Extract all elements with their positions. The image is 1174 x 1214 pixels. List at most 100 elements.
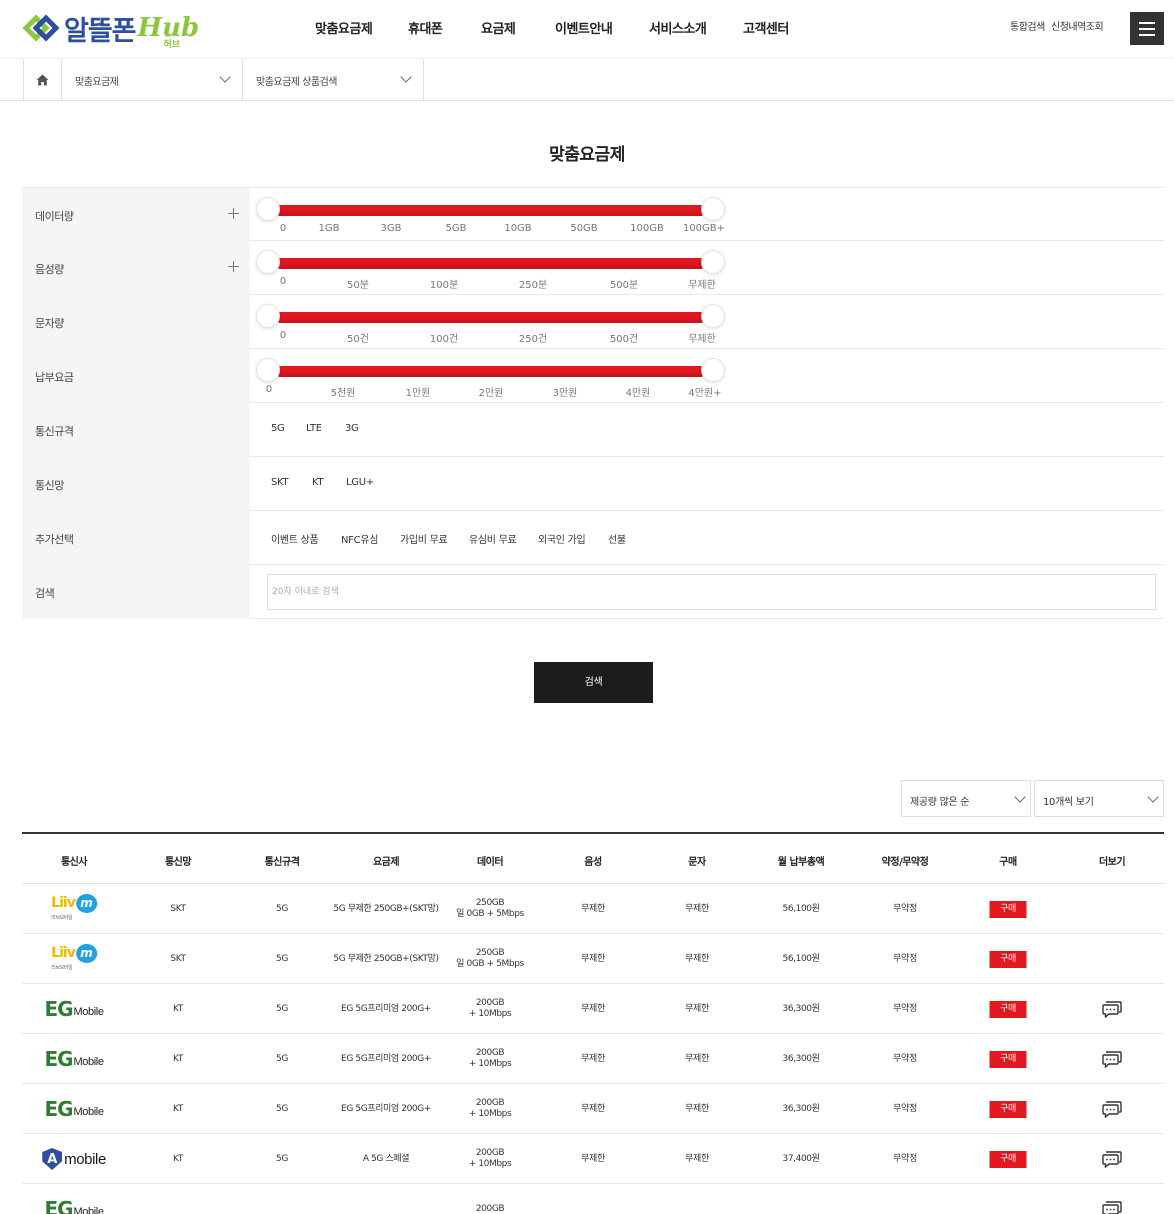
cell-network: KT (173, 1134, 183, 1184)
home-button[interactable] (23, 59, 62, 100)
cell-contract: 무약정 (893, 1084, 917, 1134)
data-slider-track[interactable] (278, 205, 703, 216)
nav-customer-center[interactable]: 고객센터 (743, 18, 789, 37)
data-amount: 250GB (475, 898, 505, 908)
cell-carrier: EG Mobile (44, 1184, 103, 1214)
buy-button[interactable]: 구매 (989, 1100, 1027, 1118)
fee-slider-max-handle[interactable] (701, 358, 725, 382)
spec-value: 5G (276, 1153, 288, 1164)
price-value: 37,400원 (782, 1153, 820, 1164)
filter-row-search: 검색 (22, 565, 1164, 619)
search-button[interactable]: 검색 (534, 662, 653, 703)
breadcrumb-select-1-label: 맞춤요금제 (75, 77, 119, 88)
util-order-lookup[interactable]: 신청내역조회 (1051, 18, 1104, 33)
slider-tick: 1만원 (405, 388, 431, 399)
buy-button[interactable]: 구매 (989, 1000, 1027, 1018)
cell-buy: 구매 (989, 884, 1027, 934)
data-amount: 200GB (475, 1098, 505, 1108)
fee-slider-track[interactable] (278, 366, 703, 377)
buy-button[interactable]: 구매 (989, 1050, 1027, 1068)
plus-icon[interactable] (228, 208, 239, 219)
nav-event[interactable]: 이벤트안내 (555, 18, 613, 37)
extra-option-nfc[interactable]: NFC유심 (341, 531, 378, 546)
buy-button[interactable]: 구매 (989, 1150, 1027, 1168)
plan-name: EG 5G프리미엄 200G+ (341, 1103, 431, 1114)
network-option-lgu[interactable]: LGU+ (346, 477, 374, 488)
voice-slider-track[interactable] (278, 258, 703, 269)
slider-tick: 500건 (609, 334, 639, 345)
table-row: Liiv m 리브모바일 SKT 5G 5G 무제한 250GB+(SKT망) 250GB 일… (22, 884, 1164, 934)
search-input[interactable] (267, 574, 1156, 610)
spec-option-3g[interactable]: 3G (345, 423, 359, 434)
slider-tick: 50분 (347, 280, 369, 291)
chat-bubbles-icon[interactable] (1102, 1000, 1122, 1018)
breadcrumb-select-1[interactable]: 맞춤요금제 (62, 59, 243, 100)
chat-bubbles-icon[interactable] (1102, 1050, 1122, 1068)
fee-slider-min-handle[interactable] (256, 358, 280, 382)
spec-value: 5G (276, 1103, 288, 1114)
extra-option-prepaid[interactable]: 선불 (608, 531, 626, 546)
nav-service[interactable]: 서비스소개 (649, 18, 707, 37)
data-extra: + 10Mbps (468, 1109, 512, 1119)
cell-voice: 무제한 (581, 984, 605, 1034)
slider-tick: 0 (279, 330, 287, 341)
carrier-logo-eg: EG Mobile (44, 1099, 103, 1119)
cell-carrier: Amobile (42, 1134, 106, 1184)
nav-phone[interactable]: 휴대폰 (408, 18, 443, 37)
nav-custom-plan[interactable]: 맞춤요금제 (315, 18, 373, 37)
site-logo[interactable]: 알뜰폰 Hub 허브 (22, 10, 199, 50)
slider-tick: 50GB (570, 223, 598, 234)
carrier-logo-sub: Mobile (73, 1056, 104, 1068)
sms-value: 무제한 (685, 953, 709, 964)
data-slider-max-handle[interactable] (701, 197, 725, 221)
sms-slider-max-handle[interactable] (701, 304, 725, 328)
extra-option-no-usim-fee[interactable]: 유심비 무료 (469, 531, 517, 546)
slider-tick: 500분 (609, 280, 639, 291)
network-value: KT (173, 1103, 183, 1114)
chat-bubbles-icon[interactable] (1102, 1100, 1122, 1118)
extra-option-event[interactable]: 이벤트 상품 (271, 531, 319, 546)
page-size-value: 10개씩 보기 (1043, 797, 1094, 808)
sms-slider-min-handle[interactable] (256, 304, 280, 328)
slider-tick: 250분 (518, 280, 548, 291)
breadcrumb-select-2[interactable]: 맞춤요금제 상품검색 (243, 59, 424, 100)
chat-bubbles-icon[interactable] (1102, 1200, 1122, 1214)
extra-option-foreigner[interactable]: 외국인 가입 (538, 531, 586, 546)
plan-name: 5G 무제한 250GB+(SKT망) (333, 903, 439, 914)
contract-value: 무약정 (893, 1053, 917, 1064)
cell-voice: 무제한 (581, 884, 605, 934)
carrier-logo-name: EG (44, 1197, 73, 1214)
util-integrated-search[interactable]: 통합검색 (1010, 18, 1045, 33)
spec-option-lte[interactable]: LTE (306, 423, 322, 434)
voice-slider-max-handle[interactable] (701, 250, 725, 274)
nav-plan[interactable]: 요금제 (481, 18, 516, 37)
data-extra: 일 0GB + 5Mbps (456, 909, 524, 919)
network-option-skt[interactable]: SKT (271, 477, 289, 488)
data-slider-min-handle[interactable] (256, 197, 280, 221)
cell-price: 36,300원 (783, 984, 820, 1034)
hamburger-menu-icon[interactable] (1130, 12, 1164, 45)
chat-bubbles-icon[interactable] (1102, 1150, 1122, 1168)
cell-contract: 무약정 (893, 884, 917, 934)
cell-buy: 구매 (989, 1134, 1027, 1184)
page-size-select[interactable]: 10개씩 보기 (1034, 780, 1164, 817)
cell-carrier: Liiv m 리브모바일 (51, 884, 97, 934)
buy-button[interactable]: 구매 (989, 950, 1027, 968)
cell-sms: 무제한 (685, 1134, 709, 1184)
column-header: 약정/무약정 (881, 857, 929, 868)
network-option-kt[interactable]: KT (312, 477, 324, 488)
cell-data: 250GB 일 0GB + 5Mbps (456, 884, 524, 934)
column-header: 구매 (999, 857, 1017, 868)
cell-buy: 구매 (989, 934, 1027, 984)
spec-option-5g[interactable]: 5G (271, 423, 285, 434)
sort-order-select[interactable]: 제공량 많은 순 (901, 780, 1031, 817)
sms-slider-track[interactable] (278, 312, 703, 323)
filter-label: 통신망 (22, 457, 250, 511)
cell-more (1102, 1134, 1122, 1184)
plus-icon[interactable] (228, 261, 239, 272)
voice-slider-min-handle[interactable] (256, 250, 280, 274)
buy-button[interactable]: 구매 (989, 900, 1027, 918)
table-row: Amobile KT 5G A 5G 스페셜 200GB + 10Mbps 무제한 무제한 37… (22, 1134, 1164, 1184)
carrier-logo-sub: mobile (64, 1150, 106, 1168)
extra-option-no-join-fee[interactable]: 가입비 무료 (400, 531, 448, 546)
